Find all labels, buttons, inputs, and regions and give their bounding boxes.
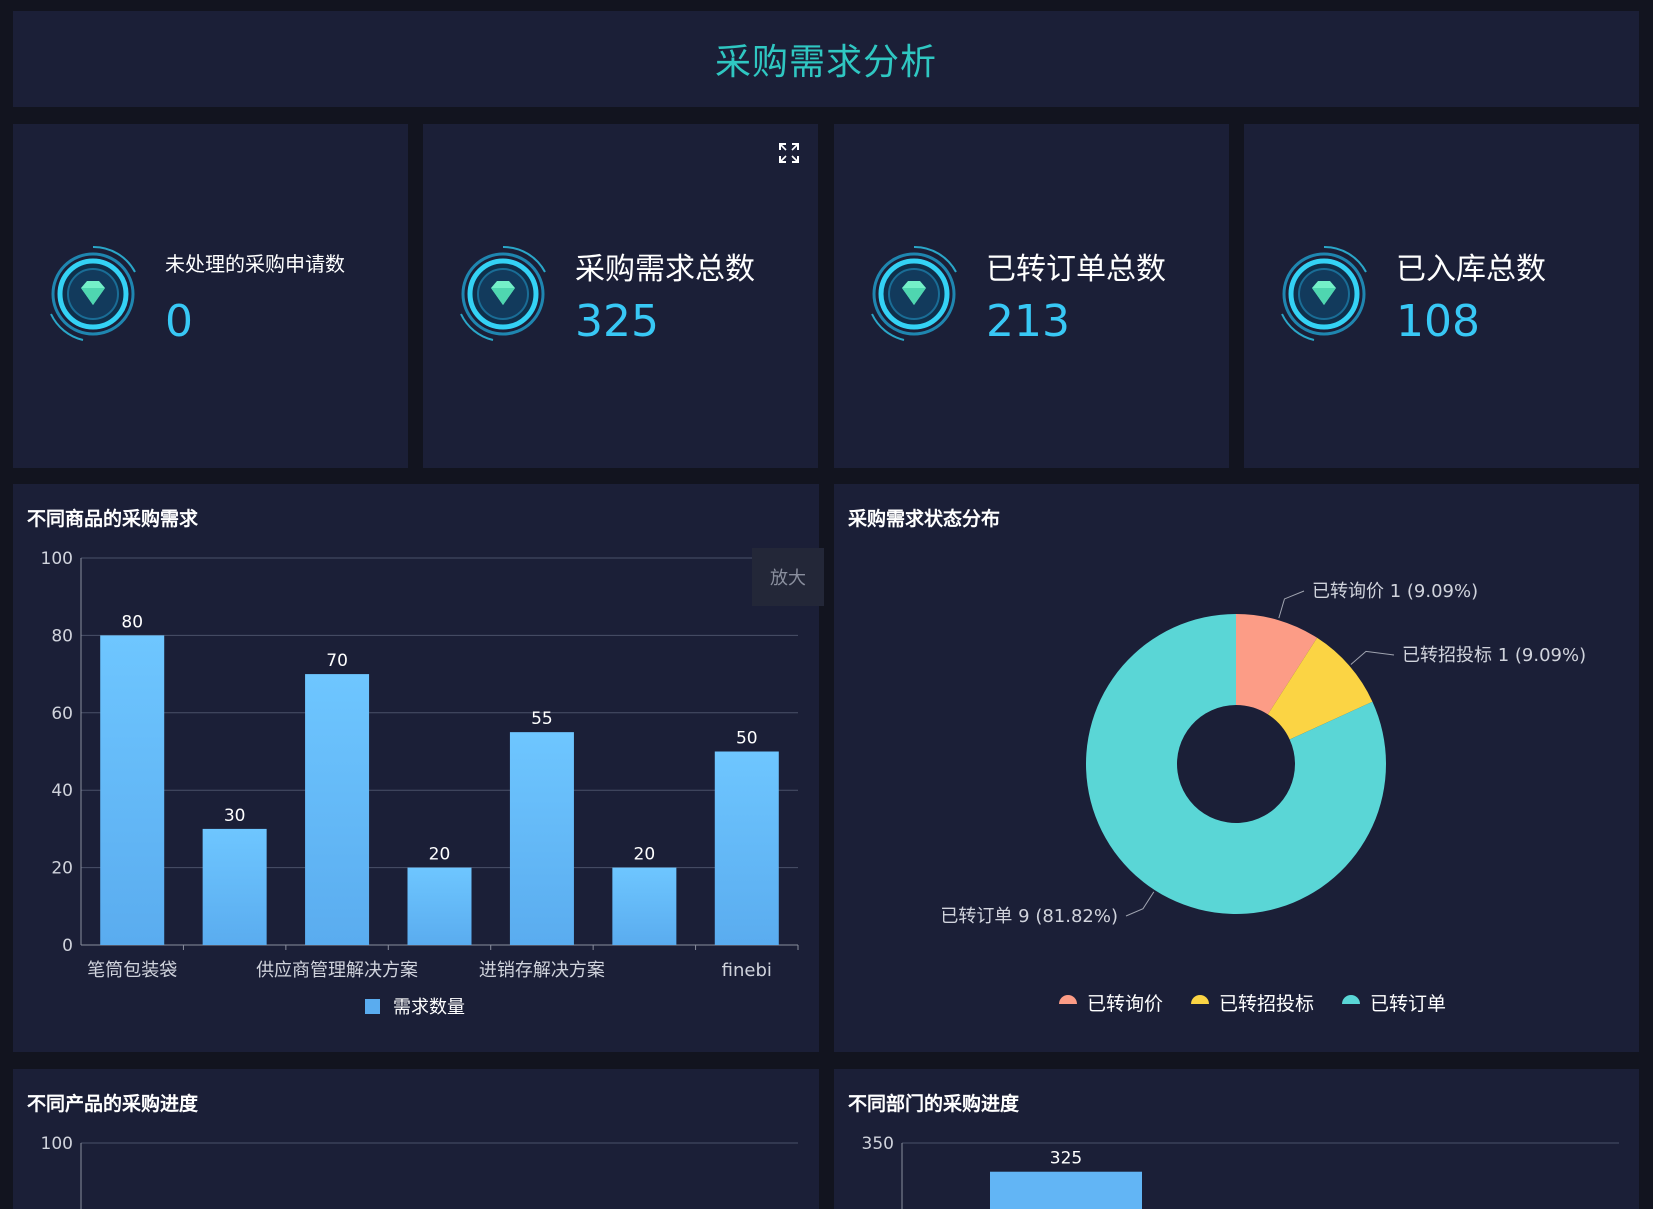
x-tick-label: 进销存解决方案 <box>479 960 605 981</box>
diamond-icon <box>460 245 546 341</box>
kpi-value: 108 <box>1396 296 1480 347</box>
bar-value-label: 55 <box>531 709 553 729</box>
pie-slice-label: 已转询价 1 (9.09%) <box>1312 581 1478 602</box>
legend-swatch <box>1059 995 1077 1004</box>
bar-value-label: 70 <box>326 651 348 671</box>
pie-leader-line <box>1278 590 1305 619</box>
kpi-value: 0 <box>165 296 193 347</box>
kpi-card-unprocessed: 未处理的采购申请数 0 <box>13 124 408 468</box>
product-progress-panel: 不同产品的采购进度 100 <box>13 1069 819 1209</box>
product-progress-chart: 100 <box>41 1134 798 1209</box>
zoom-button[interactable]: 放大 <box>752 548 824 606</box>
bar <box>407 867 472 945</box>
expand-icon[interactable] <box>778 142 800 164</box>
legend-label: 已转订单 <box>1370 993 1446 1015</box>
diamond-icon <box>50 245 136 341</box>
kpi-card-stocked: 已入库总数 108 <box>1244 124 1639 468</box>
bar <box>305 674 370 945</box>
legend-swatch <box>365 999 380 1014</box>
bar-value-label: 20 <box>429 845 451 865</box>
bar-value-label: 20 <box>634 845 656 865</box>
y-tick-label: 100 <box>41 1134 73 1154</box>
bar-chart: 0 20 40 60 80 100 80 笔筒包装袋 30 70 供应商管理解决方案 20 55 进销存解… <box>41 549 799 1018</box>
pie-slice-label: 已转订单 9 (81.82%) <box>940 906 1118 927</box>
y-tick-label: 20 <box>51 859 73 879</box>
y-tick-label: 350 <box>862 1134 894 1154</box>
diamond-icon <box>871 245 957 341</box>
kpi-label: 未处理的采购申请数 <box>165 252 345 276</box>
bar <box>990 1171 1142 1209</box>
department-progress-chart: 350 325 <box>862 1134 1619 1209</box>
y-tick-label: 0 <box>62 936 73 956</box>
legend-label: 需求数量 <box>393 997 465 1018</box>
legend-label: 已转招投标 <box>1219 993 1314 1015</box>
kpi-card-orders: 已转订单总数 213 <box>834 124 1229 468</box>
y-tick-label: 60 <box>51 704 73 724</box>
pie-leader-line <box>1125 891 1155 917</box>
kpi-label: 采购需求总数 <box>575 252 755 287</box>
legend-label: 已转询价 <box>1087 993 1163 1015</box>
kpi-label: 已入库总数 <box>1396 252 1546 287</box>
dashboard-title-bar: 采购需求分析 <box>13 11 1639 107</box>
page-title: 采购需求分析 <box>714 42 937 83</box>
bar <box>100 635 165 945</box>
department-progress-panel: 不同部门的采购进度 350 325 <box>834 1069 1639 1209</box>
x-tick-label: finebi <box>722 960 772 981</box>
bar-chart-panel: 不同商品的采购需求 0 20 40 60 80 100 80 笔筒包装袋 30 70 供应商管理解决… <box>13 484 819 1052</box>
bar <box>202 828 267 945</box>
pie-chart: 已转询价 1 (9.09%) 已转招投标 1 (9.09%) 已转订单 9 (81.… <box>940 581 1586 1015</box>
pie-leader-line <box>1350 650 1395 665</box>
x-tick-label: 供应商管理解决方案 <box>256 960 418 981</box>
bar <box>714 751 779 945</box>
bar <box>509 732 574 945</box>
bar-value-label: 30 <box>224 806 246 826</box>
x-tick-label: 笔筒包装袋 <box>87 960 177 981</box>
bar <box>612 867 677 945</box>
diamond-icon <box>1281 245 1367 341</box>
legend-swatch <box>1342 995 1360 1004</box>
pie-chart-panel: 采购需求状态分布 已转询价 1 (9.09%) 已转招投标 1 (9.09%) 已转… <box>834 484 1639 1052</box>
kpi-label: 已转订单总数 <box>986 252 1166 287</box>
kpi-value: 325 <box>575 296 659 347</box>
kpi-card-total-demand: 采购需求总数 325 <box>423 124 818 468</box>
bar-value-label: 325 <box>1050 1149 1082 1169</box>
bar-value-label: 80 <box>121 612 143 632</box>
kpi-value: 213 <box>986 296 1070 347</box>
y-tick-label: 80 <box>51 626 73 646</box>
legend-swatch <box>1191 995 1209 1004</box>
pie-slice-label: 已转招投标 1 (9.09%) <box>1402 645 1586 666</box>
y-tick-label: 40 <box>51 781 73 801</box>
y-tick-label: 100 <box>41 549 73 569</box>
bar-value-label: 50 <box>736 729 758 749</box>
